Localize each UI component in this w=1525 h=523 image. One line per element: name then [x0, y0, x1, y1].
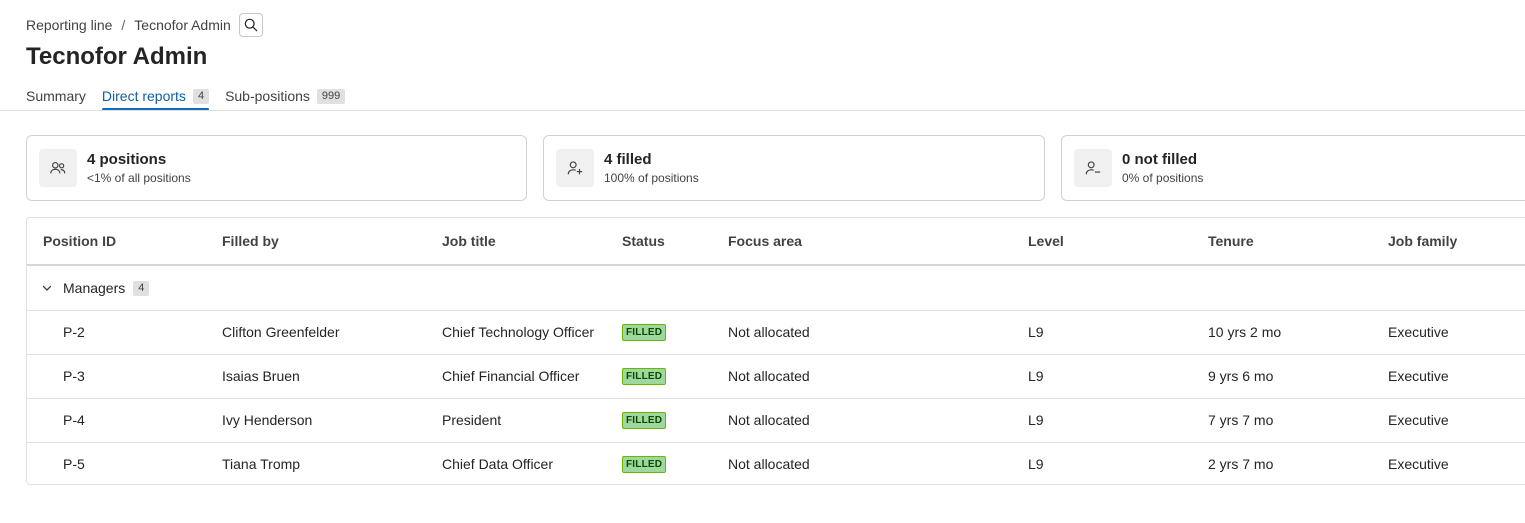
breadcrumb: Reporting line / Tecnofor Admin	[26, 12, 263, 38]
cell-tenure: 7 yrs 7 mo	[1208, 412, 1274, 428]
tabs-divider	[0, 110, 1525, 111]
breadcrumb-separator: /	[121, 17, 126, 33]
stat-subtext: <1% of all positions	[87, 171, 191, 185]
table-row[interactable]: P-5 Tiana Tromp Chief Data Officer FILLE…	[27, 442, 1525, 486]
tab-label: Direct reports	[101, 88, 186, 104]
cell-filled-by: Clifton Greenfelder	[222, 324, 340, 340]
stat-card-not-filled: 0 not filled 0% of positions	[1061, 135, 1525, 201]
cell-job-title: Chief Technology Officer	[442, 324, 595, 340]
tab-count-badge: 999	[316, 88, 346, 104]
cell-job-family: Executive	[1388, 368, 1449, 384]
tab-summary[interactable]: Summary	[26, 84, 86, 108]
tab-label: Sub-positions	[225, 88, 310, 104]
tab-count-badge: 4	[192, 88, 210, 104]
cell-filled-by: Tiana Tromp	[222, 456, 301, 472]
column-header-tenure[interactable]: Tenure	[1208, 218, 1254, 264]
stat-subtext: 100% of positions	[604, 171, 699, 185]
tab-list: Summary Direct reports 4 Sub-positions 9…	[26, 84, 361, 111]
tab-sub-positions[interactable]: Sub-positions 999	[225, 84, 346, 108]
column-header-position-id[interactable]: Position ID	[43, 218, 116, 264]
table-header-row: Position ID Filled by Job title Status F…	[27, 218, 1525, 266]
tab-label: Summary	[26, 88, 86, 104]
stat-text: 4 filled 100% of positions	[604, 150, 699, 186]
chevron-down-icon	[42, 285, 52, 291]
search-button[interactable]	[238, 13, 263, 37]
stat-text: 0 not filled 0% of positions	[1122, 150, 1203, 186]
group-toggle[interactable]: Managers 4	[41, 266, 150, 310]
group-count-badge: 4	[133, 280, 150, 296]
status-badge: FILLED	[622, 367, 667, 385]
table-row[interactable]: P-2 Clifton Greenfelder Chief Technology…	[27, 310, 1525, 355]
cell-job-title: President	[442, 412, 502, 428]
cell-level: L9	[1028, 324, 1044, 340]
cell-filled-by: Isaias Bruen	[222, 368, 300, 384]
stat-icon-box	[556, 149, 594, 187]
column-header-focus-area[interactable]: Focus area	[728, 218, 802, 264]
cell-job-family: Executive	[1388, 456, 1449, 472]
stat-value: 4 filled	[604, 151, 652, 168]
stat-icon-box	[39, 149, 77, 187]
cell-focus-area: Not allocated	[728, 412, 810, 428]
cell-focus-area: Not allocated	[728, 324, 810, 340]
column-header-level[interactable]: Level	[1028, 218, 1064, 264]
stat-value: 4 positions	[87, 151, 167, 168]
stat-icon-box	[1074, 149, 1112, 187]
group-label: Managers	[63, 280, 126, 296]
cell-tenure: 10 yrs 2 mo	[1208, 324, 1282, 340]
page-title: Tecnofor Admin	[26, 43, 208, 70]
cell-level: L9	[1028, 456, 1044, 472]
group-row-managers: Managers 4	[27, 266, 1525, 311]
status-badge: FILLED	[622, 455, 667, 473]
people-icon	[50, 162, 66, 174]
stat-value: 0 not filled	[1122, 151, 1197, 168]
table-row[interactable]: P-4 Ivy Henderson President FILLED Not a…	[27, 398, 1525, 443]
cell-position-id: P-3	[63, 368, 85, 384]
column-header-filled-by[interactable]: Filled by	[222, 218, 279, 264]
status-badge: FILLED	[622, 411, 667, 429]
cell-tenure: 2 yrs 7 mo	[1208, 456, 1274, 472]
column-header-job-title[interactable]: Job title	[442, 218, 496, 264]
cell-filled-by: Ivy Henderson	[222, 412, 313, 428]
cell-tenure: 9 yrs 6 mo	[1208, 368, 1274, 384]
cell-job-family: Executive	[1388, 324, 1449, 340]
cell-position-id: P-2	[63, 324, 85, 340]
cell-job-title: Chief Financial Officer	[442, 368, 580, 384]
direct-reports-table: Position ID Filled by Job title Status F…	[26, 217, 1525, 485]
stat-subtext: 0% of positions	[1122, 171, 1204, 185]
stat-card-positions: 4 positions <1% of all positions	[26, 135, 527, 201]
page: Reporting line / Tecnofor Admin Tecnofor…	[0, 0, 1525, 523]
breadcrumb-parent-link[interactable]: Reporting line	[26, 17, 112, 33]
cell-job-title: Chief Data Officer	[442, 456, 554, 472]
column-header-status[interactable]: Status	[622, 218, 665, 264]
cell-focus-area: Not allocated	[728, 368, 810, 384]
column-header-job-family[interactable]: Job family	[1388, 218, 1457, 264]
breadcrumb-current: Tecnofor Admin	[134, 17, 231, 33]
person-add-icon	[567, 161, 583, 175]
cell-job-family: Executive	[1388, 412, 1449, 428]
search-icon	[244, 18, 258, 32]
tab-direct-reports[interactable]: Direct reports 4	[101, 84, 210, 111]
table-row[interactable]: P-3 Isaias Bruen Chief Financial Officer…	[27, 354, 1525, 399]
status-badge: FILLED	[622, 323, 667, 341]
cell-level: L9	[1028, 412, 1044, 428]
stat-card-filled: 4 filled 100% of positions	[543, 135, 1045, 201]
cell-position-id: P-4	[63, 412, 85, 428]
cell-focus-area: Not allocated	[728, 456, 810, 472]
cell-position-id: P-5	[63, 456, 85, 472]
stat-text: 4 positions <1% of all positions	[87, 150, 191, 186]
cell-level: L9	[1028, 368, 1044, 384]
person-remove-icon	[1085, 161, 1101, 175]
